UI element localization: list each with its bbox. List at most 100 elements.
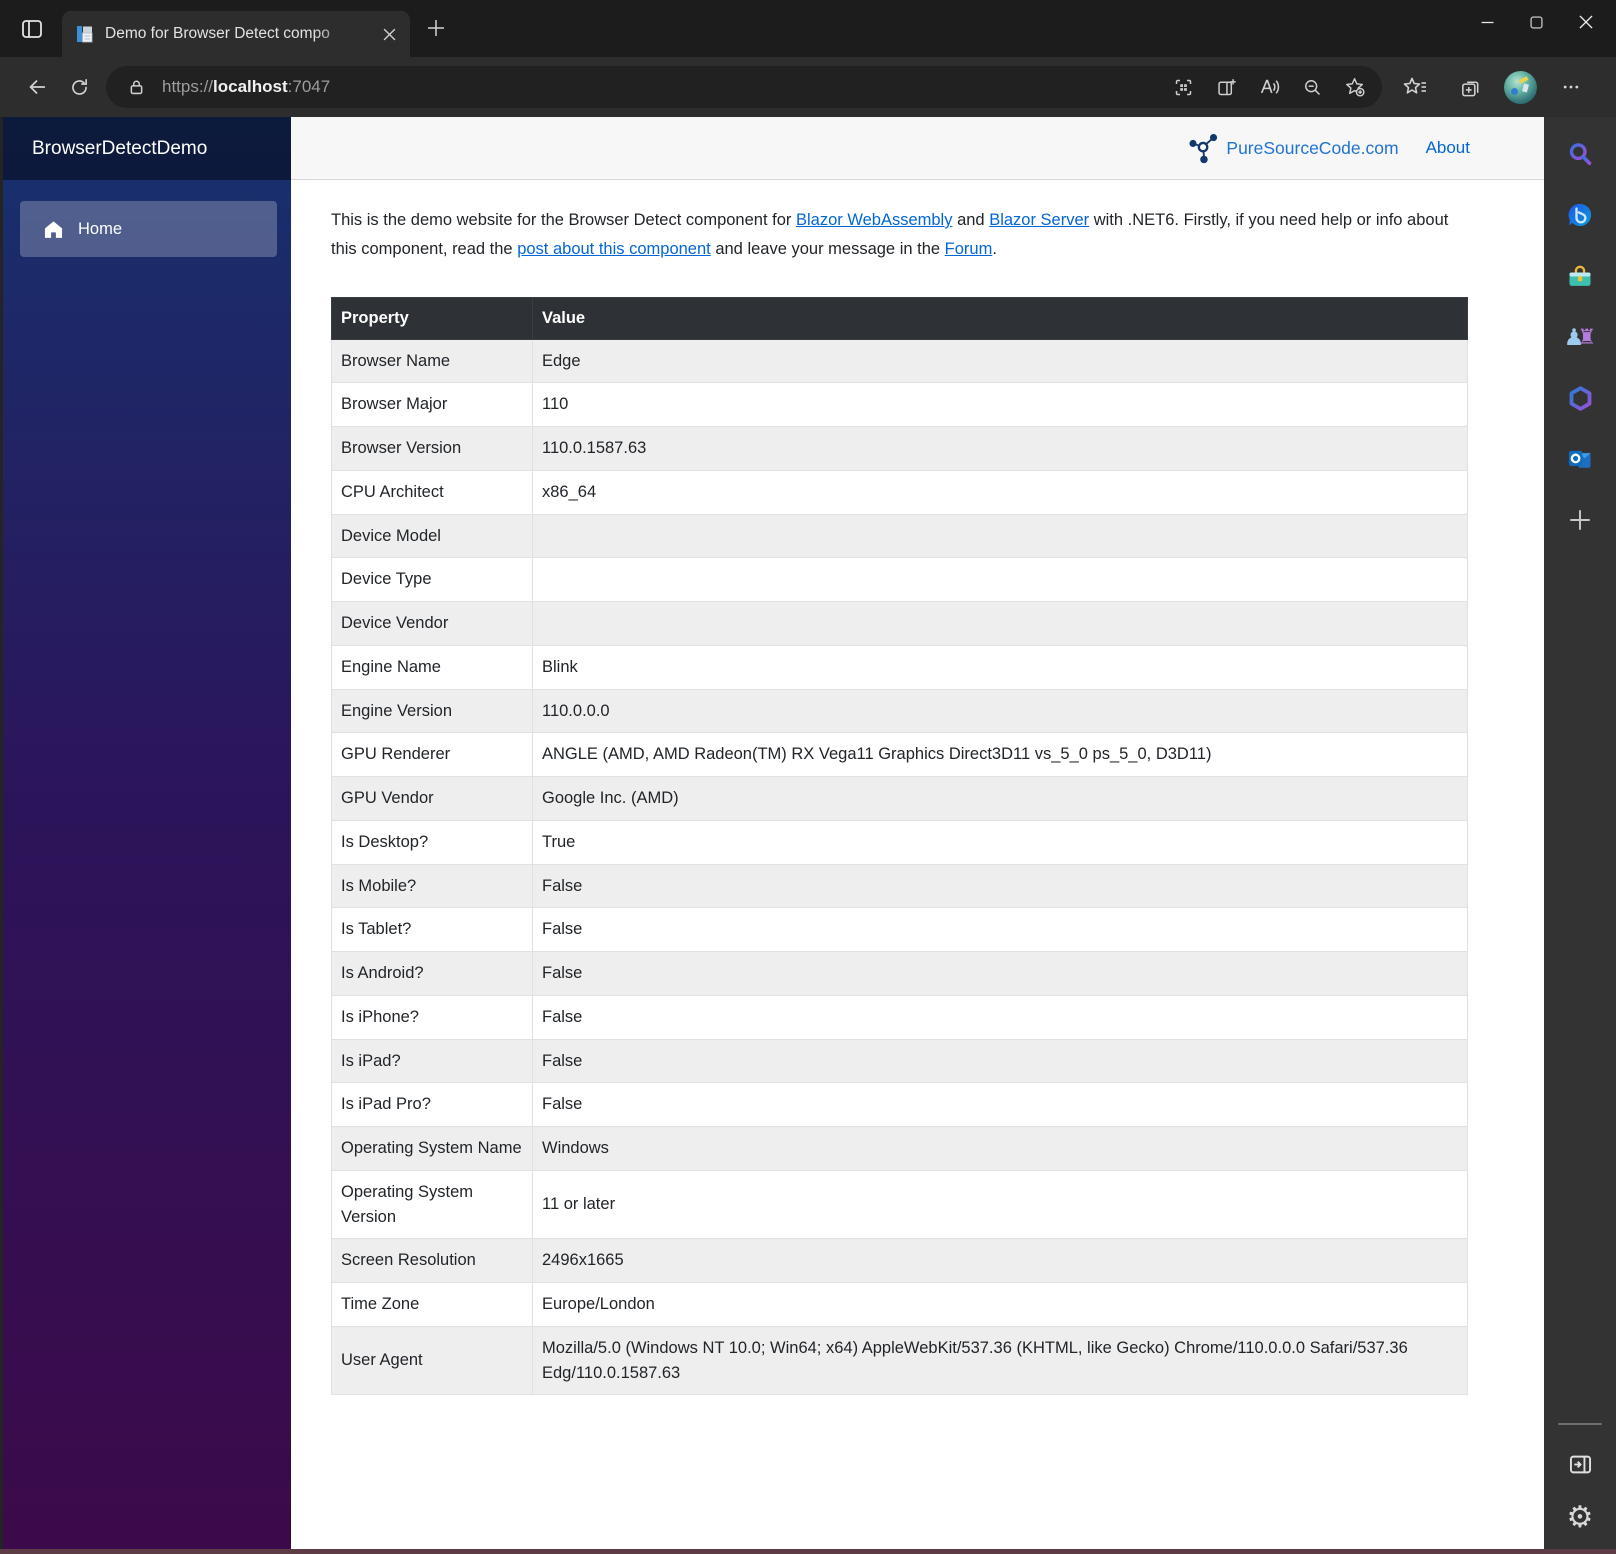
table-row: Browser Major 110 [331, 382, 1468, 427]
window-body: BrowserDetectDemo Home PureSourceCode.co… [0, 117, 1616, 1549]
table-row: GPU Renderer ANGLE (AMD, AMD Radeon(TM) R… [331, 732, 1468, 777]
read-aloud-icon[interactable] [1252, 70, 1286, 104]
value-cell: Edge [532, 338, 1468, 384]
intro-link[interactable]: post about this component [517, 240, 711, 258]
page-favicon-icon [75, 24, 95, 44]
profile-avatar[interactable] [1504, 70, 1537, 104]
settings-gear-icon[interactable]: ⚙ [1565, 1503, 1595, 1533]
tools-icon[interactable] [1565, 261, 1595, 291]
intro-link[interactable]: Blazor WebAssembly [796, 211, 953, 229]
property-cell: GPU Renderer [331, 732, 533, 777]
table-row: GPU Vendor Google Inc. (AMD) [331, 776, 1468, 821]
open-in-sidebar-icon[interactable] [1565, 1449, 1595, 1479]
edge-sidebar: ♟ ♜ ⚙ [1544, 117, 1616, 1549]
detect-table: Property Value Browser Name Edge Browser Ma… [331, 296, 1468, 1396]
property-cell: Engine Name [331, 644, 533, 690]
url-text[interactable]: https://localhost:7047 [162, 77, 1166, 97]
minimize-icon[interactable] [1463, 0, 1512, 44]
brand-link[interactable]: PureSourceCode.com [1188, 133, 1399, 164]
value-cell: False [532, 951, 1468, 996]
value-cell [532, 513, 1468, 559]
property-cell: Operating System Version [331, 1169, 533, 1240]
property-cell: Is Android? [331, 951, 533, 996]
table-row: Is iPad Pro? False [331, 1082, 1468, 1127]
address-bar[interactable]: https://localhost:7047 [106, 66, 1382, 108]
close-icon[interactable] [1561, 0, 1610, 44]
value-cell: ANGLE (AMD, AMD Radeon(TM) RX Vega11 Gra… [532, 732, 1468, 777]
back-icon[interactable] [16, 67, 58, 107]
property-cell: Device Vendor [331, 601, 533, 646]
column-header: Property [331, 296, 533, 340]
address-bar-actions [1166, 70, 1372, 104]
property-cell: CPU Architect [331, 469, 533, 515]
sidebar-item-home[interactable]: Home [20, 201, 277, 257]
app-main: PureSourceCode.com About This is the dem… [291, 117, 1544, 1549]
more-options-icon[interactable] [1550, 67, 1592, 107]
url-scheme: https:// [162, 77, 214, 96]
sidebar-item-label: Home [78, 219, 123, 238]
app-title: BrowserDetectDemo [3, 117, 291, 180]
table-row: Is Mobile? False [331, 863, 1468, 909]
chess-rook-glyph: ♜ [1577, 325, 1597, 349]
value-cell: False [532, 1038, 1468, 1084]
split-screen-icon[interactable] [1209, 70, 1243, 104]
column-header: Value [532, 296, 1468, 340]
value-cell: Blink [532, 644, 1468, 690]
value-cell: 2496x1665 [532, 1238, 1468, 1283]
value-cell: Mozilla/5.0 (Windows NT 10.0; Win64; x64… [532, 1325, 1468, 1396]
value-cell: 110.0.0.0 [532, 688, 1468, 734]
add-app-icon[interactable] [1565, 505, 1595, 535]
collections-icon[interactable] [1449, 67, 1491, 107]
property-cell: Is Tablet? [331, 907, 533, 952]
maximize-icon[interactable] [1512, 0, 1561, 44]
app-header: PureSourceCode.com About [291, 117, 1544, 180]
browser-tab-bar: Demo for Browser Detect compo [0, 0, 1616, 57]
value-cell: Google Inc. (AMD) [532, 776, 1468, 821]
property-cell: Is Desktop? [331, 819, 533, 865]
tab-title: Demo for Browser Detect compo [105, 25, 330, 42]
add-favorite-icon[interactable] [1338, 70, 1372, 104]
about-link[interactable]: About [1426, 138, 1470, 158]
table-row: Is iPad? False [331, 1038, 1468, 1084]
header-row: Property Value [331, 296, 1468, 340]
home-icon [44, 220, 63, 239]
window-bottom-edge [0, 1549, 1616, 1554]
intro-text: and [952, 211, 990, 229]
table-row: Browser Version 110.0.1587.63 [331, 426, 1468, 471]
intro-paragraph: This is the demo website for the Browser… [331, 206, 1468, 264]
zoom-out-icon[interactable] [1295, 70, 1329, 104]
sidebar-search-icon[interactable] [1565, 139, 1595, 169]
outlook-icon[interactable] [1565, 444, 1595, 474]
favorites-icon[interactable] [1394, 67, 1436, 107]
property-cell: Device Type [331, 557, 533, 602]
table-row: Screen Resolution 2496x1665 [331, 1238, 1468, 1283]
puresourcecode-logo-icon [1188, 133, 1219, 164]
games-icon[interactable]: ♟ ♜ [1564, 322, 1597, 352]
property-cell: Engine Version [331, 688, 533, 734]
refresh-icon[interactable] [58, 67, 100, 107]
intro-text: and leave your message in the [710, 239, 945, 258]
property-cell: Browser Version [331, 426, 533, 471]
brand-label: PureSourceCode.com [1226, 137, 1399, 158]
bing-chat-icon[interactable] [1565, 200, 1595, 230]
table-row: Is Android? False [331, 951, 1468, 996]
table-row: CPU Architect x86_64 [331, 469, 1468, 515]
intro-link[interactable]: Forum [945, 240, 993, 258]
value-cell: False [532, 863, 1468, 909]
value-cell: Europe/London [532, 1282, 1468, 1327]
microsoft-365-icon[interactable] [1565, 383, 1595, 413]
visual-search-icon[interactable] [1166, 70, 1200, 104]
intro-link[interactable]: Blazor Server [989, 211, 1089, 229]
property-cell: Is iPhone? [331, 994, 533, 1040]
value-cell: Windows [532, 1126, 1468, 1171]
property-cell: Device Model [331, 513, 533, 559]
intro-text: This is the demo website for the Browser… [331, 211, 796, 229]
property-cell: Is Mobile? [331, 863, 533, 909]
tab-actions-icon[interactable] [12, 10, 52, 48]
new-tab-icon[interactable] [418, 10, 454, 46]
property-cell: Time Zone [331, 1282, 533, 1327]
browser-tab[interactable]: Demo for Browser Detect compo [62, 11, 410, 57]
url-host: localhost [213, 77, 288, 96]
site-lock-icon[interactable] [121, 72, 151, 102]
tab-close-icon[interactable] [376, 21, 402, 47]
